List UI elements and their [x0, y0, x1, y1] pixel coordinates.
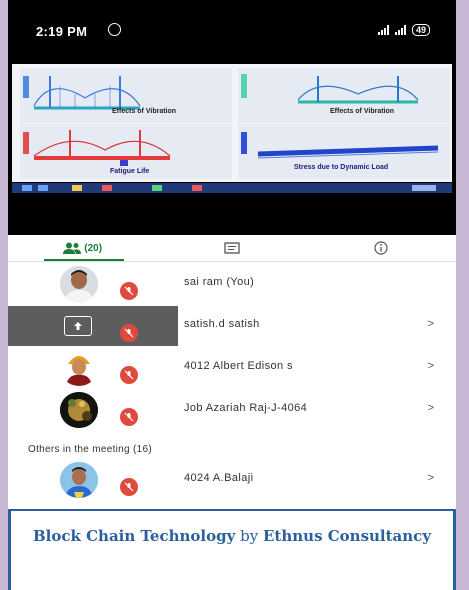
- participant-name: sai ram (You): [184, 276, 255, 288]
- participant-row[interactable]: sai ram (You): [8, 264, 456, 304]
- slide-taskbar: [12, 183, 452, 193]
- signal-icon: [377, 25, 389, 35]
- avatar: [60, 462, 98, 498]
- chevron-right-icon[interactable]: >: [428, 472, 434, 484]
- slide-image-stress: Stress due to Dynamic Load: [238, 124, 450, 179]
- slide-image-fatigue: Fatigue Life: [20, 124, 232, 179]
- tab-info[interactable]: [307, 235, 456, 261]
- participant-row[interactable]: 4012 Albert Edison s >: [8, 348, 456, 388]
- chat-icon: [224, 242, 240, 254]
- participant-name: 4024 A.Balaji: [184, 472, 254, 484]
- taskbar-icon: [22, 185, 32, 191]
- tab-chat[interactable]: [157, 235, 306, 261]
- taskbar-icon: [72, 185, 82, 191]
- battery-icon: 49: [411, 24, 430, 36]
- chevron-right-icon[interactable]: >: [428, 318, 434, 330]
- taskbar-tray: [412, 185, 436, 191]
- phone-screen: 2:19 PM 49 Effects of Vibration Effects …: [8, 0, 456, 590]
- presenter-tile: [8, 306, 178, 346]
- chevron-right-icon[interactable]: >: [428, 360, 434, 372]
- avatar: [60, 392, 98, 428]
- caption-org: Ethnus Consultancy: [262, 527, 432, 545]
- chevron-right-icon[interactable]: >: [428, 402, 434, 414]
- slide-label: Effects of Vibration: [330, 108, 395, 115]
- avatar: [60, 266, 98, 302]
- muted-mic-icon: [120, 366, 138, 384]
- others-section-header: Others in the meeting (16): [28, 444, 152, 455]
- info-icon: [374, 241, 388, 255]
- muted-mic-icon: [120, 408, 138, 426]
- participant-row[interactable]: satish.d satish >: [8, 306, 456, 346]
- participant-row[interactable]: Job Azariah Raj-J-4064 >: [8, 390, 456, 430]
- taskbar-icon: [192, 185, 202, 191]
- taskbar-icon: [38, 185, 48, 191]
- present-screen-icon: [64, 316, 92, 336]
- participant-name: satish.d satish: [184, 318, 260, 330]
- taskbar-icon: [102, 185, 112, 191]
- participant-name: Job Azariah Raj-J-4064: [184, 402, 308, 414]
- shared-screen[interactable]: Effects of Vibration Effects of Vibratio…: [8, 62, 456, 235]
- status-icons: 49: [377, 24, 430, 36]
- slide-image-vibration-2: Effects of Vibration: [238, 68, 450, 123]
- course-title: Block Chain Technology: [32, 527, 236, 545]
- slide-label: Effects of Vibration: [112, 108, 177, 115]
- divider: [8, 261, 456, 262]
- taskbar-icon: [152, 185, 162, 191]
- tab-people[interactable]: (20): [8, 235, 157, 261]
- muted-mic-icon: [120, 478, 138, 496]
- status-time: 2:19 PM: [36, 24, 88, 39]
- signal-icon: [394, 25, 406, 35]
- caption-by: by: [240, 527, 263, 545]
- meeting-tabs: (20): [8, 235, 456, 261]
- course-caption: Block Chain Technology by Ethnus Consult…: [8, 509, 456, 590]
- participant-row[interactable]: 4024 A.Balaji >: [8, 460, 456, 500]
- people-count: (20): [84, 242, 103, 254]
- people-icon: [63, 242, 82, 254]
- alarm-icon: [108, 23, 121, 36]
- participant-name: 4012 Albert Edison s: [184, 360, 293, 372]
- muted-mic-icon: [120, 282, 138, 300]
- avatar: [60, 350, 98, 386]
- status-bar: 2:19 PM 49: [8, 0, 456, 62]
- slide-label: Stress due to Dynamic Load: [294, 164, 389, 171]
- muted-mic-icon: [120, 324, 138, 342]
- slide-label: Fatigue Life: [110, 168, 150, 175]
- presentation-slide: Effects of Vibration Effects of Vibratio…: [12, 64, 452, 182]
- slide-image-vibration-1: Effects of Vibration: [20, 68, 232, 123]
